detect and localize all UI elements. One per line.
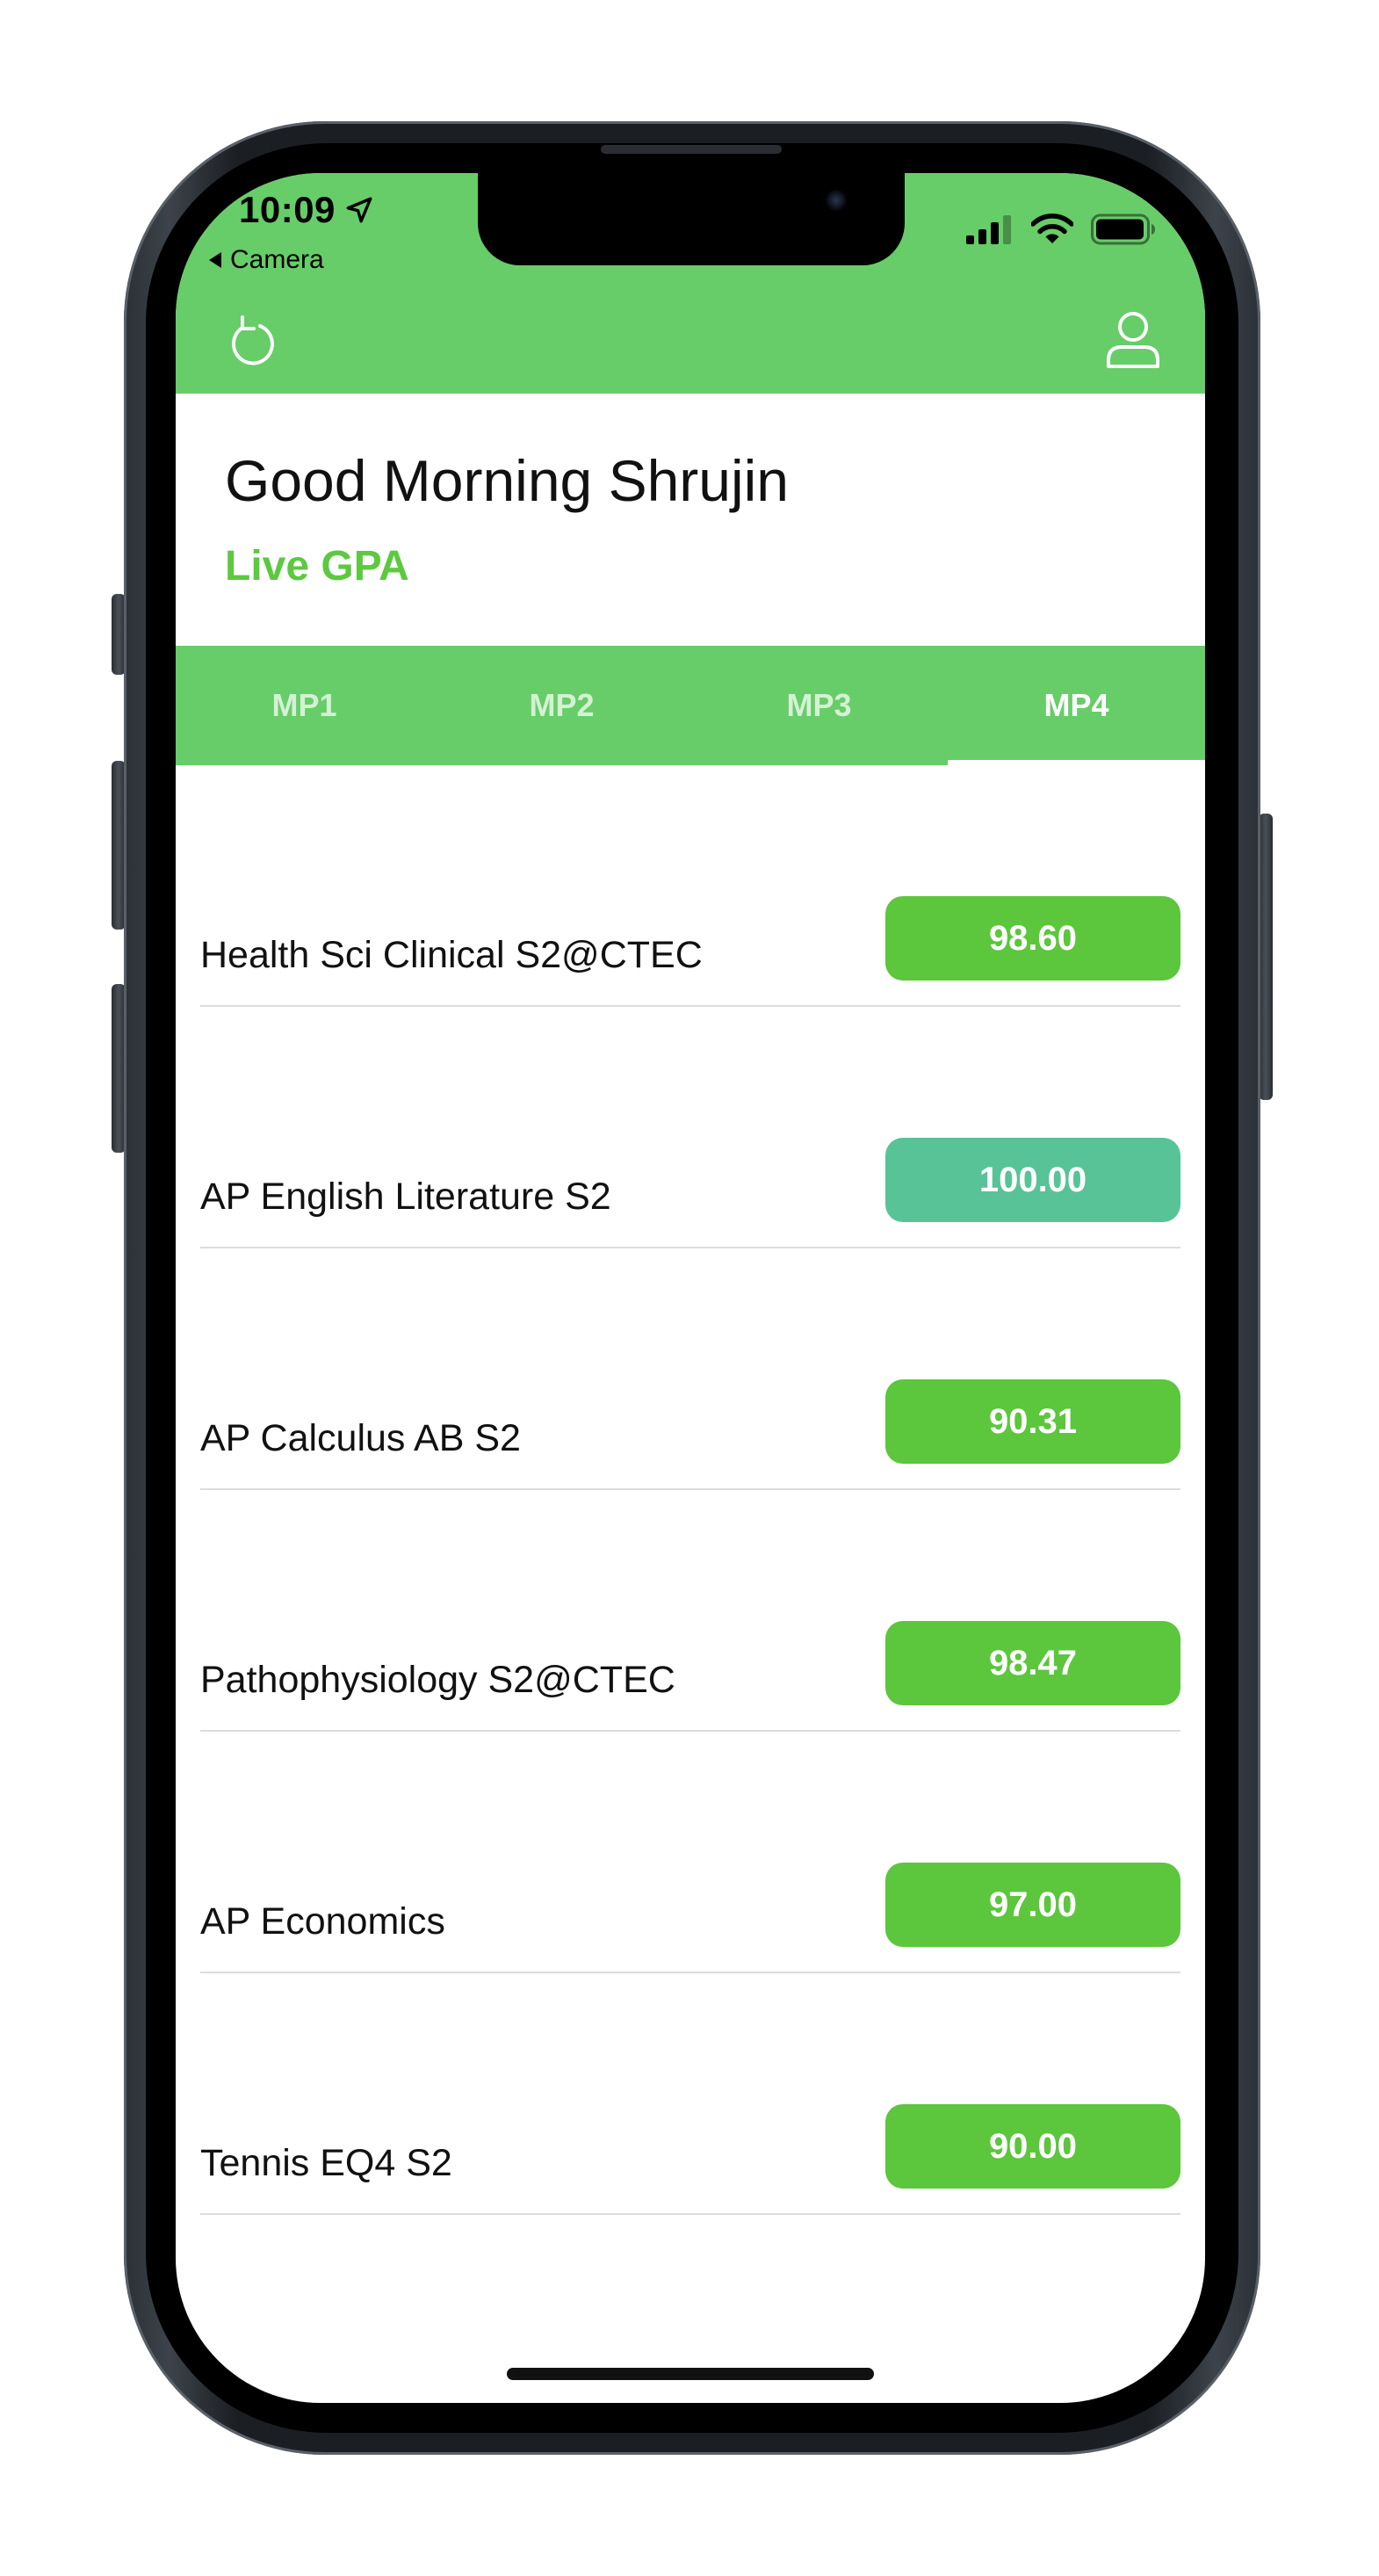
status-time-text: 10:09 [239, 189, 336, 230]
tab-label: MP1 [271, 687, 337, 723]
course-name: Pathophysiology S2@CTEC [200, 1659, 675, 1701]
cellular-signal-icon [966, 215, 1011, 244]
grade-badge[interactable]: 98.60 [885, 896, 1180, 980]
tab-mp2[interactable]: MP2 [433, 646, 690, 765]
speaker-grille [601, 145, 782, 154]
course-name: Health Sci Clinical S2@CTEC [200, 934, 703, 976]
status-time: 10:09 [239, 189, 374, 231]
wifi-icon [1031, 213, 1073, 243]
grade-badge[interactable]: 97.00 [885, 1863, 1180, 1947]
person-icon [1107, 312, 1159, 368]
course-name: AP English Literature S2 [200, 1176, 611, 1218]
tab-mp1[interactable]: MP1 [176, 646, 433, 765]
course-row[interactable]: Pathophysiology S2@CTEC 98.47 [200, 1490, 1180, 1732]
notch [478, 173, 905, 265]
grade-badge[interactable]: 98.47 [885, 1621, 1180, 1705]
tab-label: MP4 [1043, 687, 1109, 723]
course-row[interactable]: Health Sci Clinical S2@CTEC 98.60 [200, 765, 1180, 1007]
tab-mp3[interactable]: MP3 [690, 646, 948, 765]
course-row[interactable]: AP Economics 97.00 [200, 1732, 1180, 1973]
back-to-app-link[interactable]: Camera [207, 245, 324, 275]
front-camera [825, 189, 848, 212]
back-triangle-icon [209, 252, 221, 268]
tab-label: MP2 [529, 687, 595, 723]
back-app-label: Camera [230, 245, 324, 274]
course-name: AP Economics [200, 1900, 445, 1943]
grade-badge[interactable]: 100.00 [885, 1138, 1180, 1222]
home-indicator[interactable] [507, 2368, 874, 2380]
tab-mp4[interactable]: MP4 [948, 646, 1205, 765]
course-row[interactable]: AP English Literature S2 100.00 [200, 1007, 1180, 1248]
app-header: 10:09 Camera [176, 173, 1205, 394]
marking-period-tabs: MP1 MP2 MP3 MP4 [176, 646, 1205, 765]
location-arrow-icon [346, 197, 372, 223]
tab-label: MP3 [786, 687, 852, 723]
power-button [1259, 814, 1273, 1100]
grade-badge[interactable]: 90.00 [885, 2104, 1180, 2189]
phone-screen: 10:09 Camera Good Morning Shrujin Live G… [176, 173, 1205, 2403]
course-name: Tennis EQ4 S2 [200, 2142, 452, 2184]
page: 10:09 Camera Good Morning Shrujin Live G… [0, 0, 1379, 2576]
grade-badge[interactable]: 90.31 [885, 1379, 1180, 1464]
refresh-icon [231, 315, 274, 365]
course-row[interactable]: Tennis EQ4 S2 90.00 [200, 1973, 1180, 2215]
course-list: Health Sci Clinical S2@CTEC 98.60 AP Eng… [200, 765, 1180, 2215]
refresh-button[interactable] [218, 305, 288, 375]
greeting-title: Good Morning Shrujin [225, 448, 790, 513]
course-row[interactable]: AP Calculus AB S2 90.31 [200, 1248, 1180, 1490]
live-gpa-label[interactable]: Live GPA [225, 542, 409, 590]
course-name: AP Calculus AB S2 [200, 1417, 521, 1459]
profile-button[interactable] [1098, 305, 1168, 375]
status-icons [966, 213, 1156, 245]
battery-icon [1091, 213, 1155, 245]
